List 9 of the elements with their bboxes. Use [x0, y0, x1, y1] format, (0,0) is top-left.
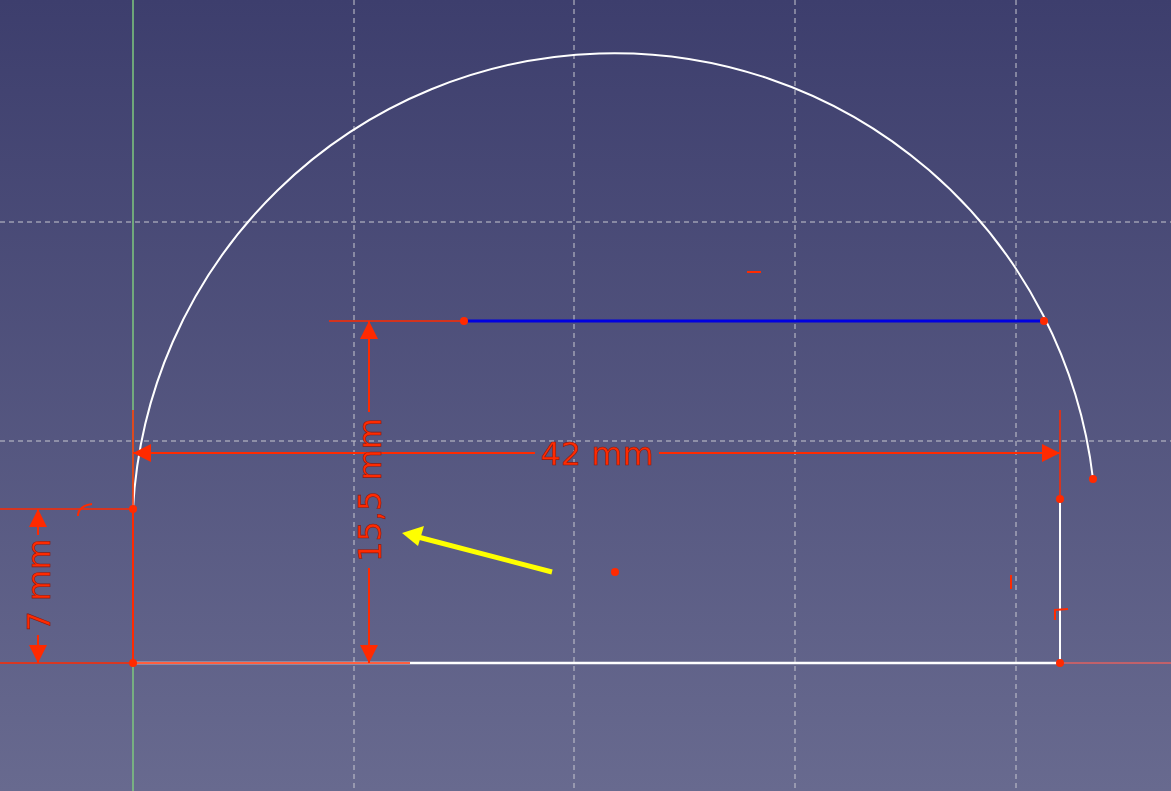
sketch-point[interactable]	[129, 505, 137, 513]
dimension-label[interactable]: 42 mm	[540, 435, 654, 473]
sketch-point[interactable]	[460, 317, 468, 325]
dimension-label[interactable]: 7 mm	[20, 538, 58, 632]
sketch-point[interactable]	[1089, 475, 1097, 483]
sketch-point[interactable]	[1056, 495, 1064, 503]
sketch-point[interactable]	[1040, 317, 1048, 325]
coincident-constraint-icon	[1054, 608, 1069, 621]
dimension-label[interactable]: 15,5 mm	[351, 418, 389, 562]
